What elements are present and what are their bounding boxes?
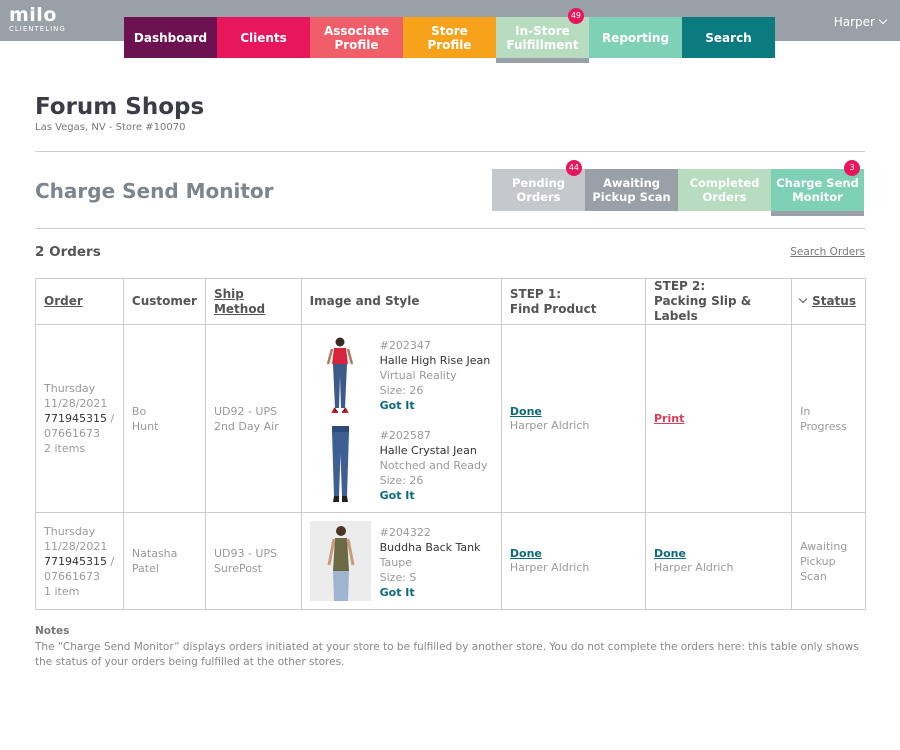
tab-label: Awaiting Pickup Scan [592,176,671,204]
search-orders-link[interactable]: Search Orders [790,246,865,258]
status-text: In Progress [800,404,848,433]
fulfillment-count-badge: 49 [567,8,584,24]
got-it-label: Got It [379,398,415,412]
logo-tagline: CLIENTELING [9,25,66,33]
col-header-status[interactable]: Status [791,278,866,325]
nav-associate-profile[interactable]: Associate Profile [310,17,403,58]
user-name: Harper [833,15,875,29]
nav-dashboard[interactable]: Dashboard [124,17,217,58]
step1-cell: Done Harper Aldrich [500,512,646,610]
product-image [331,425,349,502]
status-text: Awaiting [800,539,848,553]
step1-cell: Done Harper Aldrich [500,324,646,513]
table-row[interactable]: Thursday 11/28/2021 771945315 / 07661673… [35,512,866,610]
col-header-step2: STEP 2: Packing Slip & Labels [644,278,793,325]
nav-label: Dashboard [133,30,208,45]
customer-cell: Natasha Patel [122,512,206,610]
product-item: #202347 Halle High Rise Jean Virtual Rea… [310,334,493,414]
nav-label: Clients [240,30,287,45]
image-style-cell: #202347 Halle High Rise Jean Virtual Rea… [300,324,502,513]
store-subtitle: Las Vegas, NV - Store #10070 [35,122,186,133]
nav-store-profile[interactable]: Store Profile [403,17,496,58]
nav-label: Reporting [601,30,670,45]
nav-label: Search [705,30,752,45]
table-header-row: Order Customer Ship Method Image and Sty… [35,278,866,325]
nav-label: In-Store Fulfillment [506,23,579,52]
tab-awaiting-pickup-scan[interactable]: Awaiting Pickup Scan [585,169,678,211]
product-image [309,521,371,601]
product-item: #204322 Buddha Back Tank Taupe Size: S G… [309,521,493,601]
sort-chevron-icon [798,294,808,304]
nav-label: Store Profile [427,23,472,52]
step1-done-link[interactable]: Done [510,405,542,418]
notes-body: The “Charge Send Monitor” displays order… [35,641,859,668]
col-header-image-style: Image and Style [300,278,502,325]
orders-table: Order Customer Ship Method Image and Sty… [35,278,866,610]
main-nav: Dashboard Clients Associate Profile Stor… [124,8,775,63]
product-item: #202587 Halle Crystal Jean Notched and R… [310,424,493,504]
fulfillment-subnav: Pending Orders 44 Awaiting Pickup Scan C… [492,160,864,216]
product-name: Buddha Back Tank [379,541,481,554]
got-it-label: Got It [379,586,415,599]
table-row[interactable]: Thursday 11/28/2021 771945315 / 07661673… [35,324,866,513]
ship-method-cell: UD93 - UPS SurePost [204,512,302,610]
tab-completed-orders[interactable]: Completed Orders [678,169,771,211]
logo-wordmark: milo [9,4,57,26]
milo-logo[interactable]: milo CLIENTELING [9,4,66,34]
tab-pending-orders[interactable]: Pending Orders 44 [492,160,585,211]
orders-count: 2 Orders [35,244,101,260]
status-cell: In Progress [791,324,866,513]
page-title: Charge Send Monitor [35,179,274,203]
col-header-order[interactable]: Order [35,278,124,325]
chevron-down-icon [878,15,888,25]
tab-label: Pending Orders [511,176,565,204]
product-name: Halle Crystal Jean [379,443,477,457]
divider [35,228,865,229]
pending-count-badge: 44 [565,160,582,176]
customer-cell: Bo Hunt [122,324,206,513]
tab-label: Charge Send Monitor [776,176,859,204]
product-image [326,337,353,413]
nav-search[interactable]: Search [682,17,775,58]
charge-send-count-badge: 3 [844,160,860,176]
nav-in-store-fulfillment[interactable]: In-Store Fulfillment 49 [496,8,589,63]
divider [35,151,865,152]
status-cell: Awaiting Pickup Scan [791,512,866,610]
step2-done-link[interactable]: Done [654,547,686,560]
store-title: Forum Shops [35,94,205,120]
nav-clients[interactable]: Clients [217,17,310,58]
tab-charge-send-monitor[interactable]: Charge Send Monitor 3 [771,160,864,216]
user-menu[interactable]: Harper [833,15,888,29]
step1-done-link[interactable]: Done [510,547,542,560]
product-name: Halle High Rise Jean [379,353,491,367]
nav-label: Associate Profile [323,23,389,52]
col-header-customer: Customer [122,278,206,325]
col-header-step1: STEP 1: Find Product [500,278,646,325]
order-cell: Thursday 11/28/2021 771945315 / 07661673… [35,512,124,610]
got-it-label: Got It [379,488,415,502]
order-cell: Thursday 11/28/2021 771945315 / 07661673… [35,324,124,513]
notes-title: Notes [35,625,70,637]
image-style-cell: #204322 Buddha Back Tank Taupe Size: S G… [300,512,502,610]
tab-label: Completed Orders [689,176,760,204]
ship-method-cell: UD92 - UPS 2nd Day Air [204,324,302,513]
step2-cell: Print [644,324,793,513]
col-header-ship-method[interactable]: Ship Method [204,278,302,325]
step2-cell: Done Harper Aldrich [644,512,793,610]
print-labels-link[interactable]: Print [654,412,684,425]
nav-reporting[interactable]: Reporting [589,17,682,58]
